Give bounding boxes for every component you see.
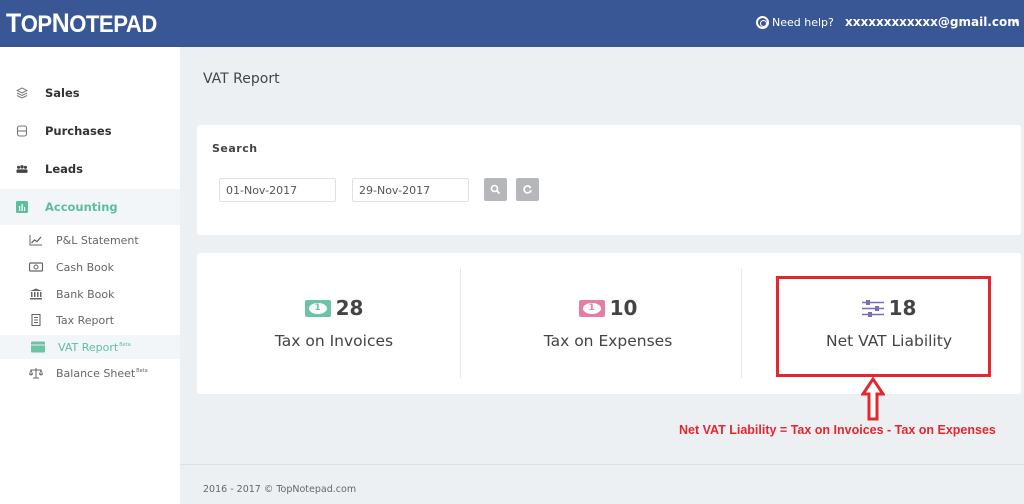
layers-icon [16, 87, 28, 99]
balance-sheet-label: Balance Sheet [56, 366, 136, 380]
to-date-input[interactable] [352, 178, 469, 202]
app-logo[interactable]: TOPNOTEPAD [6, 8, 157, 39]
sidebar-subitem-label: Tax Report [56, 313, 115, 327]
money-icon [29, 262, 43, 272]
sidebar-item-label: Sales [45, 86, 80, 100]
from-date-input[interactable] [219, 178, 336, 202]
sidebar: Sales Purchases Leads Accounting P&L Sta… [0, 47, 180, 504]
scale-icon [29, 368, 43, 379]
stat-tax-on-expenses: 10 Tax on Expenses [471, 253, 745, 394]
search-label: Search [212, 142, 258, 155]
stat-value: 10 [609, 296, 638, 320]
logo-letter: N [51, 8, 70, 38]
table-icon [31, 341, 45, 353]
chevron-down-icon[interactable]: ▾ [1014, 17, 1019, 27]
sidebar-item-purchases[interactable]: Purchases [0, 113, 180, 149]
page-title: VAT Report [203, 71, 280, 87]
sidebar-subitem-balance-sheet[interactable]: Balance SheetBeta [0, 361, 180, 385]
up-arrow-annotation [861, 377, 885, 421]
users-icon [16, 165, 28, 173]
sidebar-subitem-vat-report[interactable]: VAT ReportBeta [0, 335, 180, 359]
stat-label: Tax on Invoices [274, 332, 394, 350]
search-button[interactable] [484, 178, 507, 201]
sidebar-subitem-tax-report[interactable]: Tax Report [0, 308, 180, 332]
top-header: TOPNOTEPAD Need help? xxxxxxxxxxxx@gmail… [0, 0, 1024, 47]
document-icon [31, 314, 41, 326]
search-icon [490, 184, 501, 195]
user-email-menu[interactable]: xxxxxxxxxxxx@gmail.com [845, 15, 1020, 29]
vat-report-label: VAT Report [58, 340, 119, 354]
need-help-link[interactable]: Need help? [756, 16, 834, 29]
sidebar-subitem-label: Balance SheetBeta [56, 367, 148, 380]
need-help-label: Need help? [772, 16, 834, 29]
money-icon [304, 299, 331, 317]
logo-text: OTEPAD [69, 11, 157, 38]
footer-divider [180, 464, 1024, 465]
sidebar-subitem-label: Cash Book [56, 260, 114, 274]
sidebar-item-sales[interactable]: Sales [0, 75, 180, 111]
beta-badge: Beta [136, 367, 148, 374]
search-panel: Search [197, 125, 1021, 235]
sidebar-subitem-label: Bank Book [56, 287, 115, 301]
sidebar-item-accounting[interactable]: Accounting [0, 189, 180, 225]
sidebar-subitem-label: VAT ReportBeta [58, 341, 131, 354]
bank-icon [30, 288, 42, 300]
reset-button[interactable] [516, 178, 539, 201]
line-chart-icon [29, 235, 42, 246]
receipt-icon [16, 125, 28, 137]
stat-divider [460, 268, 461, 378]
sidebar-item-label: Leads [45, 162, 83, 176]
highlight-box [776, 276, 991, 377]
sidebar-item-label: Accounting [45, 200, 118, 214]
money-icon [578, 299, 605, 317]
sidebar-subitem-bank-book[interactable]: Bank Book [0, 282, 180, 306]
sidebar-item-leads[interactable]: Leads [0, 151, 180, 187]
sidebar-subitem-pl-statement[interactable]: P&L Statement [0, 228, 180, 252]
logo-letter: T [6, 8, 21, 38]
beta-badge: Beta [119, 341, 131, 348]
stat-label: Tax on Expenses [543, 332, 673, 350]
sidebar-subitem-cash-book[interactable]: Cash Book [0, 255, 180, 279]
logo-text: OP [20, 11, 52, 38]
lifebuoy-icon [756, 16, 769, 29]
sidebar-subitem-label: P&L Statement [56, 233, 139, 247]
stat-value: 28 [335, 296, 364, 320]
stat-divider [741, 268, 742, 378]
stat-tax-on-invoices: 28 Tax on Invoices [197, 253, 471, 394]
formula-annotation: Net VAT Liability = Tax on Invoices - Ta… [679, 423, 996, 437]
footer-copyright: 2016 - 2017 © TopNotepad.com [203, 484, 357, 495]
sidebar-item-label: Purchases [45, 124, 112, 138]
refresh-icon [523, 185, 532, 194]
bar-chart-icon [16, 201, 28, 213]
